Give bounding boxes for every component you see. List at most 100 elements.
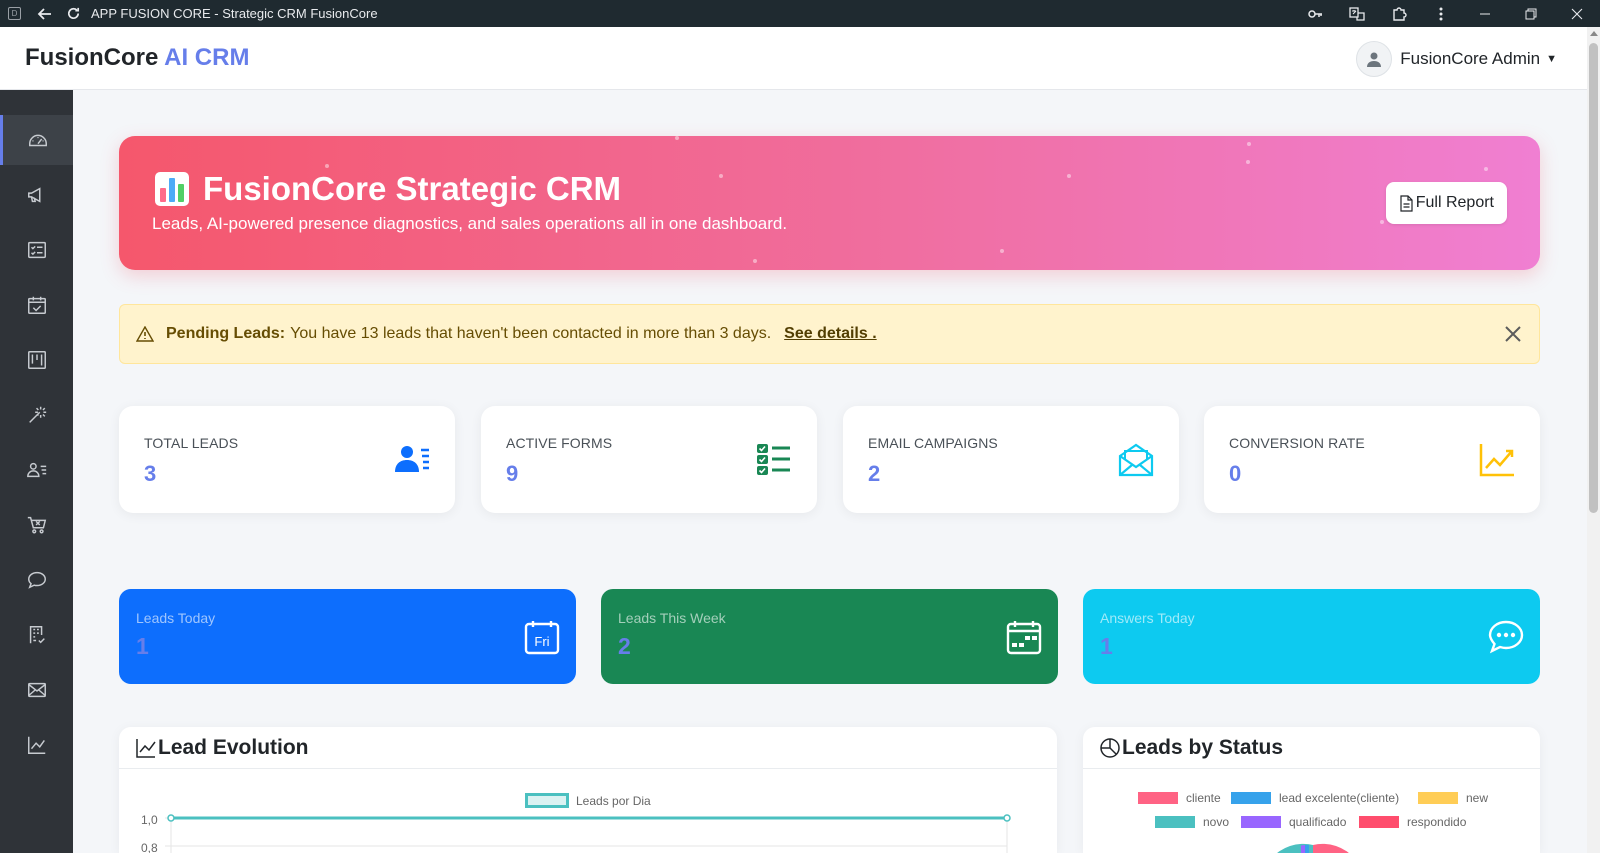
sidebar-item-reports[interactable] xyxy=(0,720,73,770)
stat-value: 2 xyxy=(868,461,881,486)
stat-label: EMAIL CAMPAIGNS xyxy=(868,435,998,451)
sidebar xyxy=(0,90,73,853)
card-value: 2 xyxy=(618,633,631,659)
alert-text: You have 13 leads that haven't been cont… xyxy=(290,325,772,342)
sidebar-item-contacts[interactable] xyxy=(0,445,73,495)
see-details-link[interactable]: See details . xyxy=(784,325,877,343)
page-scrollbar[interactable] xyxy=(1587,27,1600,853)
legend-item[interactable]: qualificado xyxy=(1241,815,1346,829)
brand-logo[interactable]: FusionCore AI CRM xyxy=(25,44,249,72)
scroll-up-icon[interactable] xyxy=(1590,31,1598,36)
back-icon[interactable] xyxy=(31,0,59,27)
legend-item[interactable]: lead excelente(cliente) xyxy=(1231,791,1399,805)
legend-label: respondido xyxy=(1407,815,1467,829)
dashboard-icon xyxy=(29,134,47,147)
calendar-day-text: Fri xyxy=(534,634,549,649)
card-label: Leads This Week xyxy=(618,610,726,626)
sidebar-item-dashboard[interactable] xyxy=(0,115,73,165)
card-value: 1 xyxy=(1100,633,1113,659)
hero-banner: FusionCore Strategic CRM Leads, AI-power… xyxy=(119,136,1540,270)
status-pie-chart xyxy=(1277,843,1355,853)
full-report-button[interactable]: Full Report xyxy=(1385,182,1507,224)
sidebar-item-forms[interactable] xyxy=(0,225,73,275)
building-check-icon xyxy=(29,626,45,644)
restore-icon[interactable] xyxy=(1508,0,1554,27)
legend-item[interactable]: cliente xyxy=(1138,791,1221,805)
lead-evolution-chart xyxy=(165,814,1011,853)
card-leads-today: Leads Today 1 Fri xyxy=(119,589,576,684)
sidebar-item-sales[interactable] xyxy=(0,500,73,550)
legend-label: novo xyxy=(1203,815,1230,829)
data-point[interactable] xyxy=(167,814,175,822)
legend-swatch xyxy=(1241,816,1281,828)
reload-icon[interactable] xyxy=(59,0,87,27)
close-window-icon[interactable] xyxy=(1554,0,1600,27)
close-icon[interactable] xyxy=(1503,324,1523,344)
warning-icon xyxy=(136,326,154,342)
legend-label: qualificado xyxy=(1289,815,1347,829)
scrollbar-thumb[interactable] xyxy=(1589,43,1598,513)
sidebar-item-companies[interactable] xyxy=(0,610,73,660)
calendar-check-icon xyxy=(27,296,46,314)
sidebar-item-campaigns[interactable] xyxy=(0,170,73,220)
legend-label: cliente xyxy=(1186,791,1221,805)
calendar-day-icon: Fri xyxy=(524,621,560,655)
pending-leads-alert: Pending Leads: You have 13 leads that ha… xyxy=(119,304,1540,364)
lead-evolution-panel: Lead Evolution Leads por Dia 1,0 0,8 xyxy=(119,727,1057,853)
stat-value: 9 xyxy=(506,461,519,486)
user-list-icon xyxy=(395,446,429,472)
more-icon[interactable] xyxy=(1420,0,1462,27)
window-title: APP FUSION CORE - Strategic CRM FusionCo… xyxy=(91,6,378,21)
legend-swatch xyxy=(1138,792,1178,804)
app-icon: D xyxy=(8,7,21,20)
key-icon[interactable] xyxy=(1294,0,1336,27)
brand-accent: AI CRM xyxy=(164,44,250,71)
legend-item[interactable]: novo xyxy=(1155,815,1229,829)
stat-label: CONVERSION RATE xyxy=(1229,435,1365,451)
stat-label: ACTIVE FORMS xyxy=(506,435,613,451)
card-value: 1 xyxy=(136,633,149,659)
pie-slice[interactable] xyxy=(1305,845,1309,853)
panel-title: Leads by Status xyxy=(1122,735,1284,759)
kanban-icon xyxy=(27,351,46,369)
pie-slice[interactable] xyxy=(1301,845,1305,853)
cart-icon xyxy=(27,516,46,534)
document-icon xyxy=(1400,194,1413,212)
leads-by-status-panel: Leads by Status cliente lead excelente(cl… xyxy=(1083,727,1540,853)
extensions-icon[interactable] xyxy=(1378,0,1420,27)
chevron-down-icon: ▼ xyxy=(1546,53,1557,65)
sidebar-item-messages[interactable] xyxy=(0,555,73,605)
legend-swatch xyxy=(1359,816,1399,828)
legend-swatch xyxy=(1155,816,1195,828)
translate-icon[interactable] xyxy=(1336,0,1378,27)
hero-title: FusionCore Strategic CRM xyxy=(203,170,622,207)
legend-swatch xyxy=(1418,792,1458,804)
sidebar-item-ai-tools[interactable] xyxy=(0,390,73,440)
user-name: FusionCore Admin xyxy=(1400,49,1541,68)
stat-card-total-leads: TOTAL LEADS 3 xyxy=(119,406,455,513)
legend-item[interactable]: new xyxy=(1418,791,1488,805)
data-point[interactable] xyxy=(1003,814,1011,822)
stat-value: 0 xyxy=(1229,461,1242,486)
minimize-icon[interactable] xyxy=(1462,0,1508,27)
card-answers-today: Answers Today 1 xyxy=(1083,589,1540,684)
sidebar-item-calendar[interactable] xyxy=(0,280,73,330)
legend-label: lead excelente(cliente) xyxy=(1279,791,1400,805)
stat-value: 3 xyxy=(144,461,157,486)
legend-item[interactable]: respondido xyxy=(1359,815,1466,829)
legend-label: new xyxy=(1466,791,1489,805)
user-list-icon xyxy=(26,462,46,478)
stat-card-email-campaigns: EMAIL CAMPAIGNS 2 xyxy=(843,406,1179,513)
envelope-icon xyxy=(27,682,46,698)
sidebar-item-email[interactable] xyxy=(0,665,73,715)
hero-subtitle: Leads, AI-powered presence diagnostics, … xyxy=(152,214,788,233)
pie-slice[interactable] xyxy=(1313,843,1355,853)
sidebar-item-kanban[interactable] xyxy=(0,335,73,385)
pie-chart-icon xyxy=(1100,737,1120,758)
card-label: Leads Today xyxy=(136,610,216,626)
chat-dots-icon xyxy=(1488,620,1524,654)
checklist-icon xyxy=(757,444,790,475)
form-list-icon xyxy=(27,241,46,259)
user-avatar-icon xyxy=(1356,41,1393,77)
user-menu[interactable]: FusionCore Admin ▼ xyxy=(1356,41,1557,77)
